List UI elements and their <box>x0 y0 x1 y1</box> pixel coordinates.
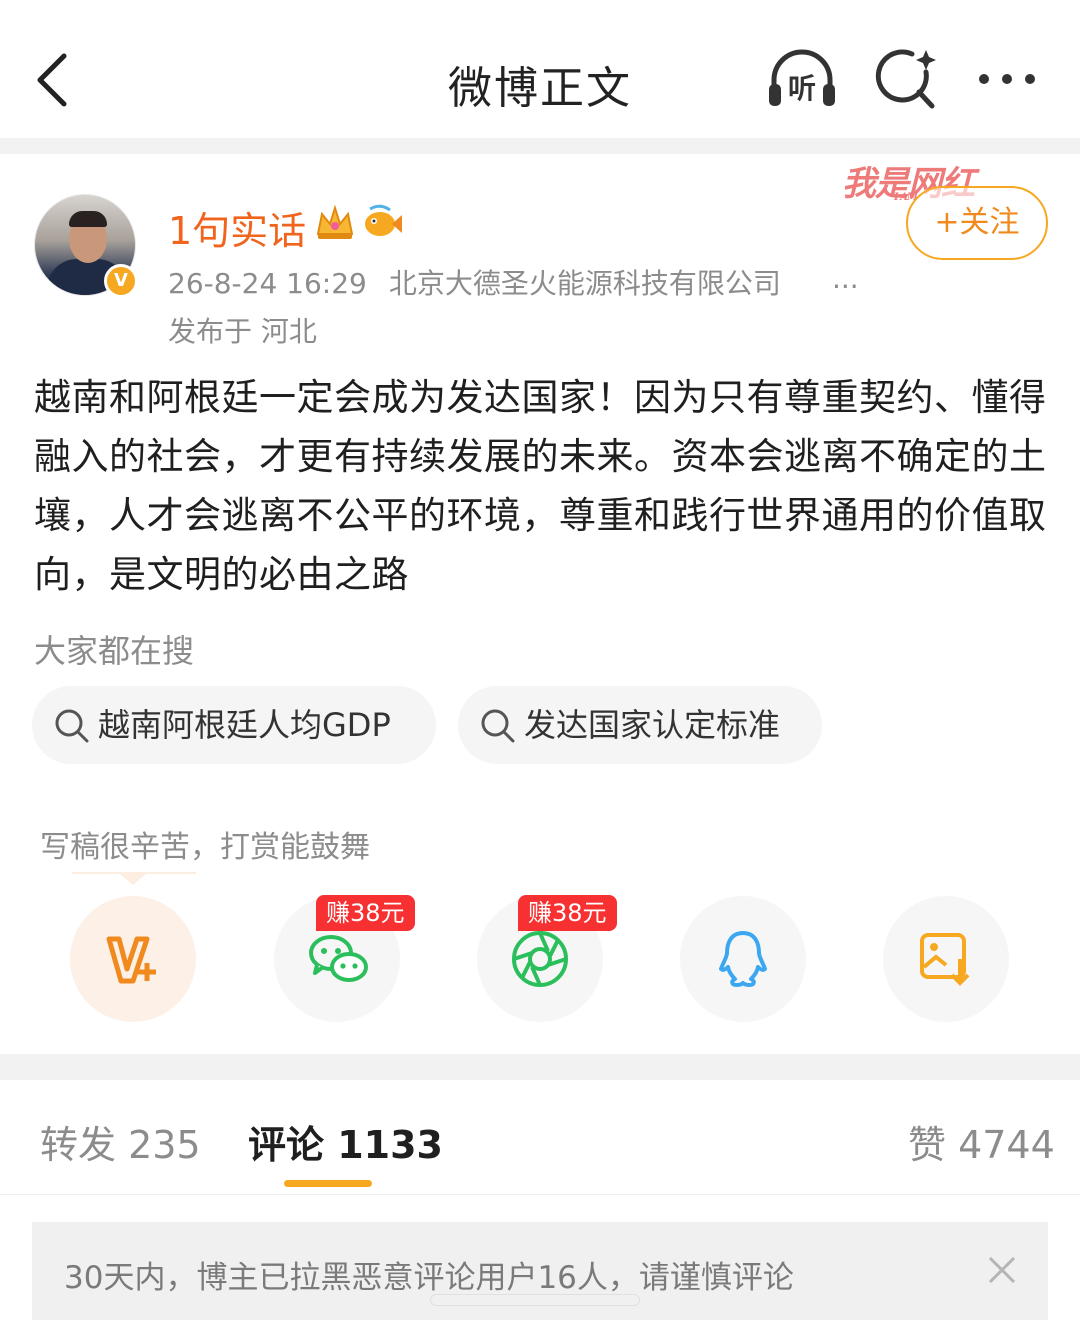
tab-repost[interactable]: 转发 235 <box>40 1114 201 1169</box>
top-navigation-bar: 微博正文 听 <box>0 0 1080 138</box>
reward-tip-caret <box>120 874 146 885</box>
listen-headphones-icon[interactable]: 听 <box>764 44 840 114</box>
active-tab-indicator <box>284 1180 372 1187</box>
reward-button[interactable] <box>70 896 196 1022</box>
section-divider <box>0 1054 1080 1080</box>
share-qq-button[interactable] <box>680 896 806 1022</box>
moments-icon <box>512 931 568 987</box>
svg-text:听: 听 <box>788 72 816 105</box>
username[interactable]: 1句实话 <box>168 200 306 255</box>
reward-tip: 写稿很辛苦，打赏能鼓舞 <box>40 830 370 865</box>
search-sparkle-icon[interactable] <box>872 46 940 112</box>
wechat-icon <box>309 935 368 982</box>
crown-badge-icon[interactable] <box>314 204 356 242</box>
more-options-icon[interactable] <box>974 54 1040 104</box>
search-icon <box>55 709 89 743</box>
hot-search-chip-label: 发达国家认定标准 <box>524 706 781 744</box>
wechat-earn-badge: 赚38元 <box>316 895 415 931</box>
tab-comments[interactable]: 评论 1133 <box>248 1114 443 1169</box>
meta-more[interactable]: ... <box>832 262 859 295</box>
search-icon <box>481 709 515 743</box>
post-location: 发布于 河北 <box>168 315 317 348</box>
hot-search-chip[interactable]: 发达国家认定标准 <box>458 686 822 764</box>
follow-button[interactable]: +关注 <box>906 186 1048 260</box>
hot-search-label: 大家都在搜 <box>34 632 195 670</box>
reward-v-plus-icon <box>106 936 156 984</box>
moments-earn-badge: 赚38元 <box>518 895 617 931</box>
section-divider <box>0 138 1080 154</box>
verified-badge-icon: V <box>104 264 138 298</box>
post-meta: 26-8-24 16:29 北京大德圣火能源科技有限公司 <box>168 262 781 302</box>
close-icon[interactable] <box>986 1254 1018 1286</box>
save-image-button[interactable] <box>883 896 1009 1022</box>
home-indicator <box>430 1294 640 1306</box>
fish-badge-icon[interactable] <box>362 204 404 242</box>
post-date: 26-8-24 16:29 <box>168 267 367 300</box>
hot-search-chip-label: 越南阿根廷人均GDP <box>98 706 391 744</box>
save-image-icon <box>920 933 970 986</box>
hot-search-chip[interactable]: 越南阿根廷人均GDP <box>32 686 436 764</box>
qq-icon <box>719 931 767 987</box>
notice-text: 30天内，博主已拉黑恶意评论用户16人，请谨慎评论 <box>64 1260 794 1296</box>
tabs-divider <box>0 1194 1080 1195</box>
post-body: 越南和阿根廷一定会成为发达国家！因为只有尊重契约、懂得融入的社会，才更有持续发展… <box>34 376 1047 596</box>
post-source: 北京大德圣火能源科技有限公司 <box>388 267 781 300</box>
tab-likes[interactable]: 赞 4744 <box>908 1114 1055 1169</box>
